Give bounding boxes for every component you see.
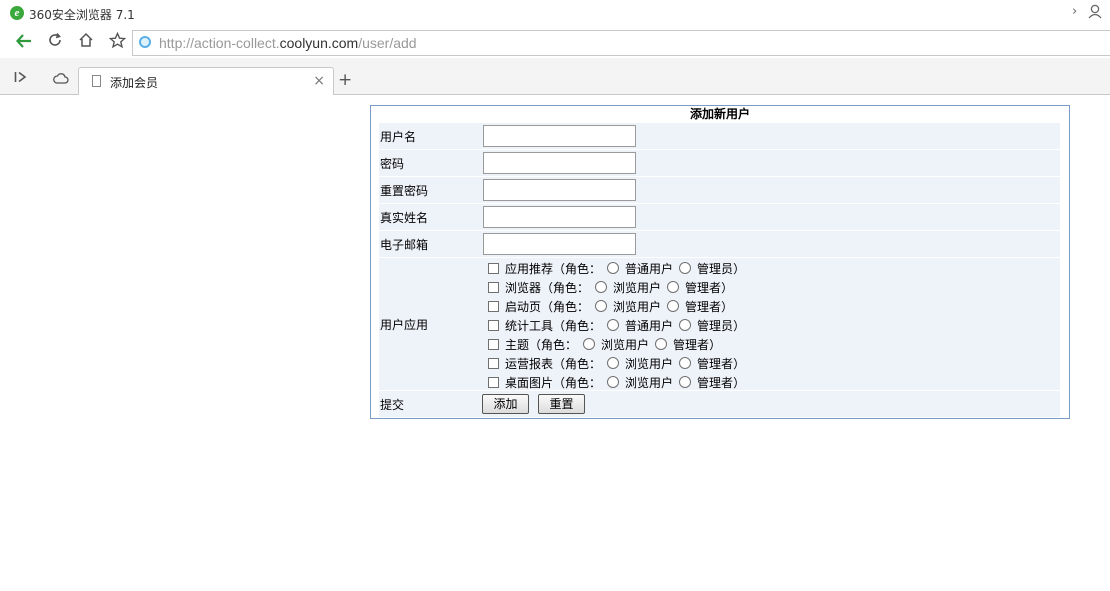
- app-option: 主题（角色： 浏览用户 管理者）: [488, 336, 721, 355]
- sidebar-toggle-icon[interactable]: [14, 71, 28, 87]
- app-option: 启动页（角色： 浏览用户 管理者）: [488, 298, 733, 317]
- app-checkbox[interactable]: [488, 282, 499, 293]
- role-radio[interactable]: [607, 319, 620, 331]
- role-radio[interactable]: [607, 376, 620, 388]
- form-title: 添加新用户: [689, 107, 750, 121]
- password-input[interactable]: [483, 152, 636, 174]
- user-icon[interactable]: [1088, 4, 1102, 23]
- add-user-form: 添加新用户 用户名 密码 重置密码 真实姓名 电子邮箱 用户应用 应用推荐（角色…: [370, 105, 1070, 419]
- reset-button[interactable]: 重置: [538, 394, 585, 414]
- role-radio[interactable]: [583, 338, 596, 350]
- document-icon: [92, 75, 101, 87]
- app-checkbox[interactable]: [488, 358, 499, 369]
- role-radio[interactable]: [607, 357, 620, 369]
- url-text: http://action-collect.coolyun.com/user/a…: [159, 35, 417, 51]
- star-icon[interactable]: [107, 31, 127, 52]
- field-row-password: 密码: [379, 150, 1060, 176]
- globe-icon: [139, 36, 151, 48]
- field-label: 用户名: [380, 130, 417, 144]
- home-icon[interactable]: [76, 32, 96, 52]
- field-row-username: 用户名: [379, 123, 1060, 149]
- field-label: 密码: [380, 157, 405, 171]
- role-radio[interactable]: [655, 338, 668, 350]
- role-radio[interactable]: [607, 262, 620, 274]
- field-row-user-apps: 用户应用 应用推荐（角色： 普通用户 管理员） 浏览器（角色： 浏览用户 管理者） 启动…: [379, 258, 1060, 390]
- app-checkbox[interactable]: [488, 263, 499, 274]
- close-tab-icon[interactable]: ×: [313, 73, 325, 89]
- role-radio[interactable]: [667, 300, 680, 312]
- field-label: 真实姓名: [380, 211, 429, 225]
- app-checkbox[interactable]: [488, 377, 499, 388]
- refresh-icon[interactable]: [45, 32, 65, 52]
- url-bar[interactable]: http://action-collect.coolyun.com/user/a…: [132, 30, 1110, 56]
- window-titlebar: e 360安全浏览器 7.1 ›: [0, 0, 1110, 26]
- tab-add-member[interactable]: 添加会员 ×: [78, 67, 334, 95]
- new-tab-button[interactable]: +: [338, 72, 352, 89]
- confirm-password-input[interactable]: [483, 179, 636, 201]
- app-option: 运营报表（角色： 浏览用户 管理者）: [488, 355, 745, 374]
- field-label: 用户应用: [380, 318, 429, 332]
- app-checkbox[interactable]: [488, 301, 499, 312]
- tab-label: 添加会员: [110, 76, 159, 90]
- field-row-real-name: 真实姓名: [379, 204, 1060, 230]
- role-radio[interactable]: [679, 262, 692, 274]
- window-title: 360安全浏览器 7.1: [29, 8, 135, 22]
- field-row-submit: 提交 添加 重置: [379, 391, 1060, 417]
- username-input[interactable]: [483, 125, 636, 147]
- cloud-icon[interactable]: [53, 72, 69, 88]
- address-toolbar: http://action-collect.coolyun.com/user/a…: [0, 28, 1110, 56]
- real-name-input[interactable]: [483, 206, 636, 228]
- chevron-right-icon[interactable]: ›: [1072, 4, 1077, 19]
- app-option: 浏览器（角色： 浏览用户 管理者）: [488, 279, 733, 298]
- app-option: 应用推荐（角色： 普通用户 管理员）: [488, 260, 745, 279]
- field-label: 重置密码: [380, 184, 429, 198]
- tab-strip: 添加会员 × +: [0, 58, 1110, 95]
- email-input[interactable]: [483, 233, 636, 255]
- role-radio[interactable]: [679, 376, 692, 388]
- role-radio[interactable]: [595, 281, 608, 293]
- role-radio[interactable]: [667, 281, 680, 293]
- role-radio[interactable]: [595, 300, 608, 312]
- browser-logo-icon: e: [10, 6, 24, 20]
- field-row-email: 电子邮箱: [379, 231, 1060, 257]
- field-label: 提交: [380, 398, 405, 412]
- field-row-confirm-password: 重置密码: [379, 177, 1060, 203]
- back-arrow-icon[interactable]: [14, 32, 34, 52]
- role-radio[interactable]: [679, 319, 692, 331]
- app-option: 统计工具（角色： 普通用户 管理员）: [488, 317, 745, 336]
- add-button[interactable]: 添加: [482, 394, 529, 414]
- app-checkbox[interactable]: [488, 320, 499, 331]
- role-radio[interactable]: [679, 357, 692, 369]
- field-label: 电子邮箱: [380, 238, 429, 252]
- app-checkbox[interactable]: [488, 339, 499, 350]
